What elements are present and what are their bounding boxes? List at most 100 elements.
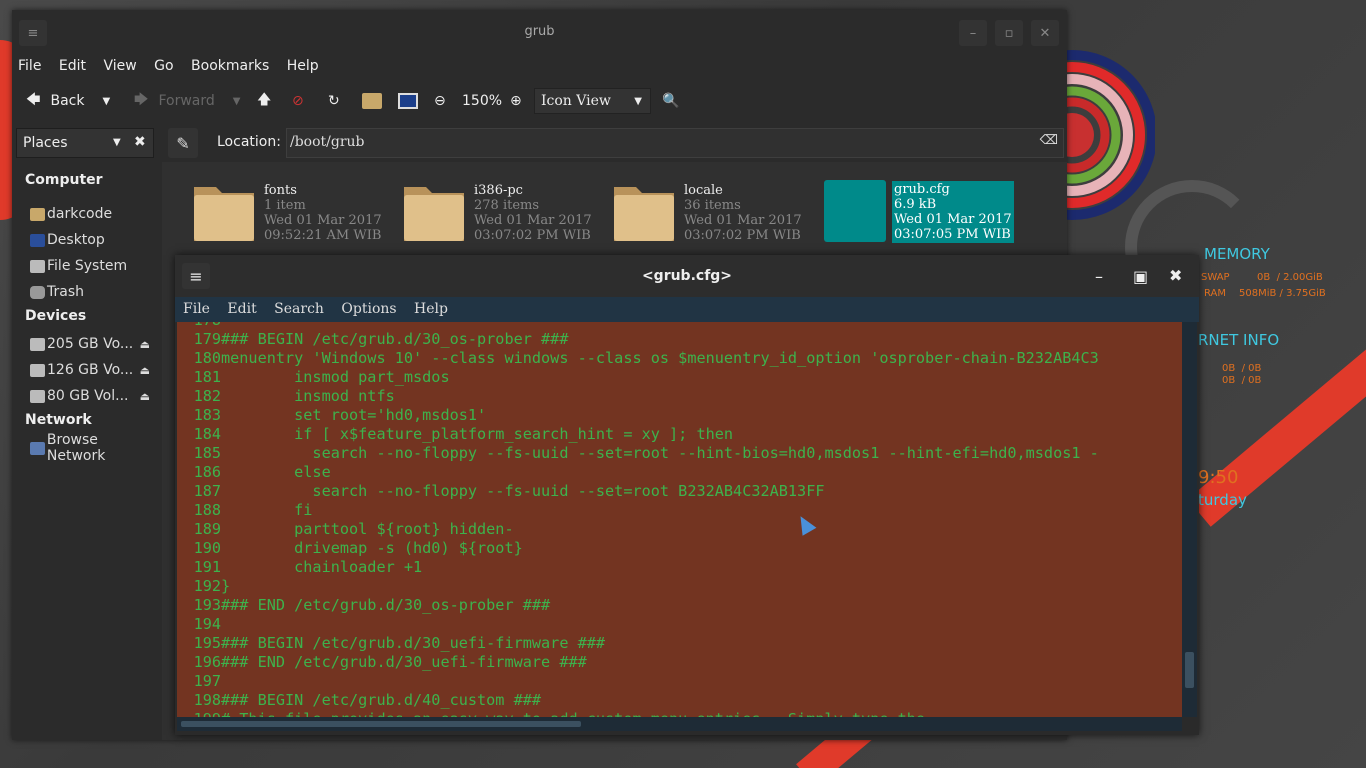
stop-icon: ⊘ [292,93,304,109]
fm-minimize-button[interactable]: – [959,20,987,46]
file-item-i386-pc[interactable]: i386-pc 278 items Wed 01 Mar 2017 03:07:… [402,179,607,245]
maximize-icon: ▣ [1133,267,1149,286]
scrollbar-thumb[interactable] [1185,652,1194,688]
fm-menu-go[interactable]: Go [154,58,173,74]
editor-menu-search[interactable]: Search [274,301,324,317]
file-item-locale[interactable]: locale 36 items Wed 01 Mar 2017 03:07:02… [612,179,817,245]
sidebar-item-device[interactable]: 205 GB Vo... ⏏ [30,333,160,355]
file-time: 03:07:02 PM WIB [474,228,591,243]
editor-minimize-button[interactable]: – [1095,267,1103,286]
editor-close-button[interactable]: ✖ [1169,266,1182,285]
reload-button[interactable]: ↻ [328,88,340,114]
zoom-out-button[interactable]: ⊖ [434,88,446,114]
back-button[interactable]: 🡄 Back ▼ [26,88,110,114]
computer-icon [398,93,418,109]
file-meta: i386-pc 278 items Wed 01 Mar 2017 03:07:… [474,183,592,243]
line-number: 185 [193,444,221,462]
line-number: 194 [193,615,221,633]
editor-vertical-scrollbar[interactable] [1182,322,1197,717]
code-line: else [221,463,331,481]
file-meta: fonts 1 item Wed 01 Mar 2017 09:52:21 AM… [264,183,382,243]
fm-titlebar[interactable]: ≡ grub – ▫ ✕ [12,10,1067,54]
file-item-grub-cfg[interactable]: grub.cfg 6.9 kB Wed 01 Mar 2017 03:07:05… [822,179,1014,245]
location-input[interactable]: /boot/grub ⌫ [286,128,1064,158]
forward-button[interactable]: 🡆 Forward ▼ [134,88,240,114]
editor-horizontal-scrollbar[interactable] [177,717,1182,731]
sidebar-item-device[interactable]: 80 GB Vol... ⏏ [30,385,160,407]
edit-location-button[interactable]: ✎ [168,128,198,158]
minimize-icon: – [969,25,977,41]
fm-menu-file[interactable]: File [18,58,41,74]
zoom-level: 150% [462,93,503,109]
file-info: 1 item [264,198,306,213]
eject-icon[interactable]: ⏏ [140,338,150,351]
editor-menu-file[interactable]: File [183,301,210,317]
file-meta: grub.cfg 6.9 kB Wed 01 Mar 2017 03:07:05… [892,181,1014,243]
trash-icon [30,285,45,299]
search-icon: 🔍 [662,93,680,109]
fm-menu-view[interactable]: View [103,58,136,74]
sidebar-item-label: 80 GB Vol... [47,388,129,404]
fm-menu-bookmarks[interactable]: Bookmarks [191,58,269,74]
editor-titlebar[interactable]: ≡ <grub.cfg> – ▣ ✖ [175,255,1199,297]
line-number: 193 [193,596,221,614]
code-line: if [ x$feature_platform_search_hint = xy… [221,425,734,443]
eject-icon[interactable]: ⏏ [140,364,150,377]
code-line: ### END /etc/grub.d/30_uefi-firmware ### [221,653,587,671]
zoom-in-button[interactable]: ⊕ [510,88,522,114]
file-item-fonts[interactable]: fonts 1 item Wed 01 Mar 2017 09:52:21 AM… [192,179,397,245]
fm-sidebar: Computer darkcode Desktop File System Tr… [12,162,160,740]
close-sidebar-button[interactable]: ✖ [134,134,146,150]
editor-menu-options[interactable]: Options [341,301,396,317]
fm-close-button[interactable]: ✕ [1031,20,1059,46]
fm-menu-help[interactable]: Help [287,58,319,74]
fm-menu-edit[interactable]: Edit [59,58,86,74]
conky-ram-label: RAM [1204,288,1227,299]
fm-maximize-button[interactable]: ▫ [995,20,1023,46]
home-button[interactable] [362,88,382,114]
back-label: Back [50,93,85,109]
up-button[interactable]: 🡅 [257,88,271,114]
clear-location-icon[interactable]: ⌫ [1040,133,1058,148]
drive-icon [30,389,45,403]
folder-icon [404,187,464,241]
editor-maximize-button[interactable]: ▣ [1133,267,1148,286]
scrollbar-thumb[interactable] [181,721,581,727]
view-mode-select[interactable]: Icon View ▼ [534,88,651,114]
editor-window-title: <grub.cfg> [641,268,733,284]
line-number: 186 [193,463,221,481]
sidebar-item-label: Browse Network [46,432,106,464]
file-meta: locale 36 items Wed 01 Mar 2017 03:07:02… [684,183,802,243]
eject-icon[interactable]: ⏏ [140,390,150,403]
code-text-area[interactable]: 178179### BEGIN /etc/grub.d/30_os-prober… [177,322,1182,717]
sidebar-item-device[interactable]: 126 GB Vo... ⏏ [30,359,160,381]
file-time: 03:07:05 PM WIB [894,227,1011,242]
sidebar-item-trash[interactable]: Trash [30,281,160,303]
line-number: 182 [193,387,221,405]
file-info: 278 items [474,198,540,213]
search-button[interactable]: 🔍 [662,88,679,114]
stop-button[interactable]: ⊘ [292,88,304,114]
sidebar-item-file-system[interactable]: File System [30,255,160,277]
arrow-left-icon: 🡄 [26,92,41,108]
places-label: Places [23,135,68,151]
sidebar-item-label: Desktop [47,232,105,248]
computer-button[interactable] [398,88,418,114]
sidebar-item-browse-network[interactable]: Browse Network [30,432,160,464]
conky-clock: 9:50 [1198,467,1239,488]
sidebar-head-network: Network [25,412,92,428]
conky-net-line: 0B / 0B [1222,375,1262,386]
file-name: i386-pc [474,183,523,198]
sidebar-item-desktop[interactable]: Desktop [30,229,160,251]
maximize-icon: ▫ [1004,25,1014,41]
editor-menu-help[interactable]: Help [414,301,448,317]
sidebar-item-darkcode[interactable]: darkcode [30,203,160,225]
code-line: ### BEGIN /etc/grub.d/40_custom ### [221,691,542,709]
line-number: 184 [193,425,221,443]
editor-menu-edit[interactable]: Edit [227,301,256,317]
line-number: 183 [193,406,221,424]
home-folder-icon [362,93,382,109]
location-label: Location: [217,134,281,150]
home-folder-icon [30,207,45,221]
chevron-down-icon: ▼ [102,95,111,107]
